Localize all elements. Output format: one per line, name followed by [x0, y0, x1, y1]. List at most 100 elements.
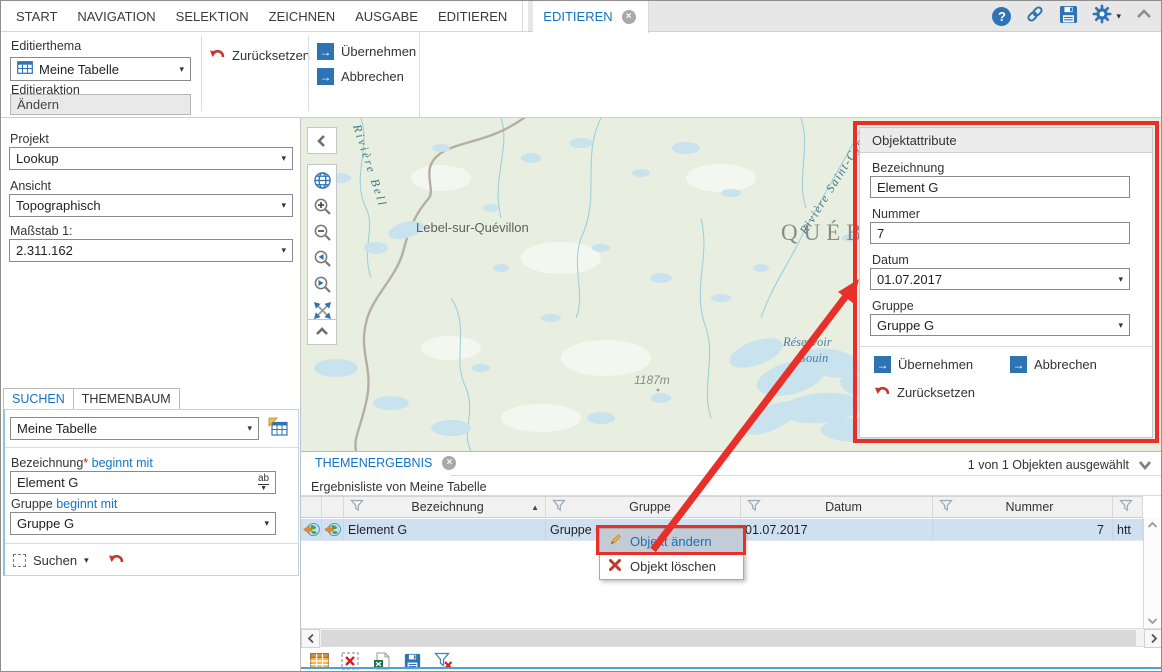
zoom-to-object-icon[interactable]: [301, 519, 322, 540]
dropdown-caret-icon: ▾: [281, 246, 286, 255]
bezeichnung-label: Bezeichnung: [872, 161, 944, 175]
ribbon-separator: [419, 32, 420, 117]
tab-editieren-active[interactable]: EDITIEREN ×: [533, 1, 648, 33]
projekt-label: Projekt: [10, 132, 49, 146]
tab-zeichnen[interactable]: ZEICHNEN: [264, 9, 340, 24]
previous-extent-icon[interactable]: [309, 246, 335, 270]
dropdown-caret-icon: ▾: [1118, 321, 1123, 330]
column-label: Datum: [761, 500, 926, 514]
ribbon-separator: [201, 36, 202, 111]
massstab-dropdown[interactable]: 2.311.162 ▾: [9, 239, 293, 262]
match-mode-icon[interactable]: ab▼: [258, 474, 269, 492]
bezeichnung-input[interactable]: [870, 176, 1130, 198]
ansicht-dropdown[interactable]: Topographisch ▾: [9, 194, 293, 217]
filter-icon[interactable]: [747, 499, 761, 515]
nummer-input[interactable]: [870, 222, 1130, 244]
massstab-label: Maßstab 1:: [10, 224, 73, 238]
gear-caret-icon: ▾: [1116, 12, 1121, 21]
tab-editieren[interactable]: EDITIEREN: [433, 9, 512, 24]
gruppe-search-dropdown[interactable]: Gruppe G ▾: [10, 512, 276, 535]
menu-item-objekt-loeschen[interactable]: Objekt löschen: [600, 554, 743, 579]
abbrechen-button[interactable]: → Abbrechen: [317, 68, 404, 85]
divider: [5, 543, 298, 544]
save-icon[interactable]: [1059, 5, 1078, 29]
projekt-dropdown[interactable]: Lookup ▾: [9, 147, 293, 170]
context-menu: Objekt ändern Objekt löschen: [599, 528, 744, 580]
scroll-up-icon[interactable]: [1147, 521, 1158, 529]
cell-bezeichnung: Element G: [344, 519, 546, 540]
undo-icon: [209, 46, 225, 64]
close-tab-icon[interactable]: ×: [622, 10, 636, 24]
operator-link[interactable]: beginnt mit: [92, 456, 153, 470]
sidebar-tab-themenbaum[interactable]: THEMENBAUM: [73, 388, 180, 410]
map-label-reservoir: Réservoir: [782, 335, 832, 349]
gis-application-window: START NAVIGATION SELEKTION ZEICHNEN AUSG…: [0, 0, 1162, 672]
collapse-panel-icon[interactable]: [1137, 459, 1153, 477]
zoom-out-icon[interactable]: [309, 220, 335, 244]
zuruecksetzen-button[interactable]: Zurücksetzen: [209, 46, 310, 64]
zuruecksetzen-label: Zurücksetzen: [897, 385, 975, 400]
header-cell-datum[interactable]: Datum: [741, 497, 933, 517]
suchen-button[interactable]: Suchen ▾: [13, 551, 124, 569]
ribbon-editieren: Editierthema Meine Tabelle ▾ Editierakti…: [1, 32, 1161, 118]
column-label: Gruppe: [566, 500, 734, 514]
tab-start[interactable]: START: [11, 9, 62, 24]
scrollbar-thumb[interactable]: [321, 630, 1136, 646]
editieraktion-field: Ändern: [10, 94, 191, 115]
panel-zuruecksetzen-button[interactable]: Zurücksetzen: [874, 383, 975, 401]
next-extent-icon[interactable]: [309, 272, 335, 296]
bezeichnung-search-input[interactable]: [10, 471, 276, 494]
panel-uebernehmen-button[interactable]: → Übernehmen: [874, 356, 973, 373]
tab-selektion[interactable]: SELEKTION: [171, 9, 254, 24]
tab-navigation[interactable]: NAVIGATION: [72, 9, 160, 24]
help-icon[interactable]: ?: [992, 7, 1011, 26]
uebernehmen-button[interactable]: → Übernehmen: [317, 43, 416, 60]
operator-link[interactable]: beginnt mit: [56, 497, 117, 511]
pan-to-object-icon[interactable]: [322, 519, 344, 540]
ansicht-label: Ansicht: [10, 179, 51, 193]
collapse-toolbar-button[interactable]: [307, 319, 337, 345]
open-table-icon[interactable]: [268, 417, 290, 443]
datum-dropdown[interactable]: 01.07.2017 ▾: [870, 268, 1130, 290]
dropdown-caret-icon: ▾: [281, 201, 286, 210]
gruppe-dropdown[interactable]: Gruppe G ▾: [870, 314, 1130, 336]
suchen-label: Suchen: [33, 553, 77, 568]
header-cell-gruppe[interactable]: Gruppe: [546, 497, 741, 517]
close-results-icon[interactable]: ×: [442, 456, 456, 470]
zoom-in-icon[interactable]: [309, 194, 335, 218]
filter-icon[interactable]: [552, 499, 566, 515]
editierthema-value: Meine Tabelle: [39, 62, 119, 77]
search-table-dropdown[interactable]: Meine Tabelle ▾: [10, 417, 259, 440]
reset-search-icon[interactable]: [108, 551, 124, 569]
abbrechen-label: Abbrechen: [1034, 357, 1097, 372]
uebernehmen-label: Übernehmen: [341, 44, 416, 59]
header-cell-nummer[interactable]: Nummer: [933, 497, 1113, 517]
collapse-ribbon-icon[interactable]: [1135, 7, 1153, 26]
globe-icon[interactable]: [309, 168, 335, 192]
delete-x-icon: [608, 558, 622, 575]
themenergebnis-tab[interactable]: THEMENERGEBNIS ×: [315, 456, 456, 470]
link-icon[interactable]: [1025, 4, 1045, 29]
scroll-down-icon[interactable]: [1147, 617, 1158, 625]
scroll-right-icon[interactable]: [1144, 629, 1162, 648]
tab-ausgabe[interactable]: AUSGABE: [350, 9, 423, 24]
filter-icon[interactable]: [1119, 499, 1133, 515]
settings-menu[interactable]: ▾: [1092, 4, 1121, 29]
scroll-left-icon[interactable]: [301, 629, 320, 648]
main-menu-bar: START NAVIGATION SELEKTION ZEICHNEN AUSG…: [1, 1, 1161, 32]
search-panel: Meine Tabelle ▾ Bezeichnung* beginnt mit…: [3, 409, 299, 576]
panel-accent-line: [301, 667, 1162, 669]
editierthema-dropdown[interactable]: Meine Tabelle ▾: [10, 57, 191, 81]
menu-item-objekt-aendern[interactable]: Objekt ändern: [600, 529, 743, 554]
table-vertical-scrollbar[interactable]: [1143, 518, 1160, 628]
header-cell-bezeichnung[interactable]: Bezeichnung ▲: [344, 497, 546, 517]
header-cell-link[interactable]: [1113, 497, 1143, 517]
table-horizontal-scrollbar[interactable]: [301, 628, 1162, 647]
filter-icon[interactable]: [350, 499, 364, 515]
collapse-sidebar-button[interactable]: [307, 127, 337, 154]
panel-abbrechen-button[interactable]: → Abbrechen: [1010, 356, 1097, 373]
sidebar-tab-suchen[interactable]: SUCHEN: [3, 388, 74, 410]
cell-link[interactable]: htt: [1113, 519, 1143, 540]
filter-icon[interactable]: [939, 499, 953, 515]
datum-label: Datum: [872, 253, 909, 267]
